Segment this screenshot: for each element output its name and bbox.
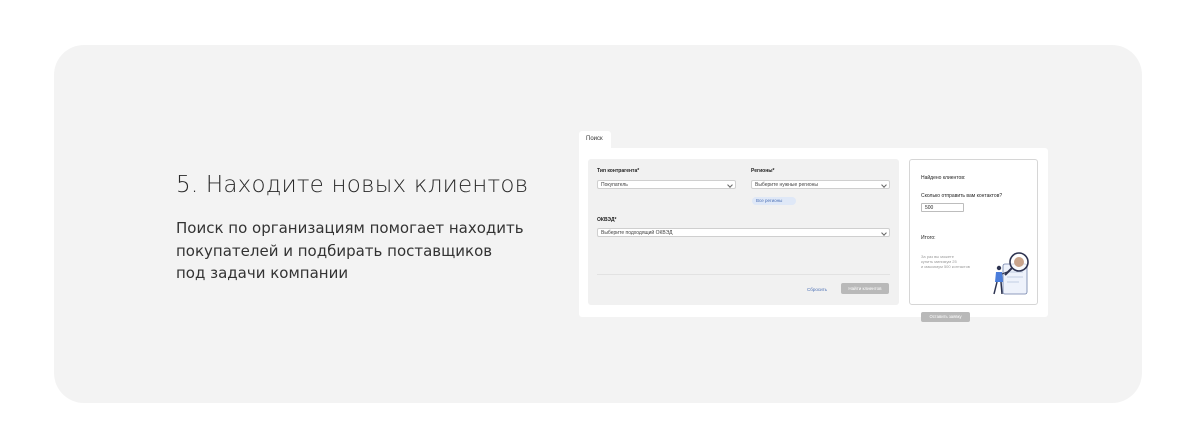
chevron-down-icon: [881, 182, 887, 188]
description-line: Поиск по организациям помогает находить: [176, 219, 524, 237]
description: Поиск по организациям помогает находить …: [176, 217, 536, 285]
promo-block: За раз вы можете купить минимум 25 и мак…: [921, 250, 1036, 295]
total-label: Итого:: [921, 235, 936, 241]
counterparty-select[interactable]: Покупатель: [597, 180, 736, 189]
regions-chip[interactable]: Все регионы: [752, 197, 796, 205]
regions-placeholder: Выберите нужные регионы: [755, 182, 818, 188]
okved-label: ОКВЭД*: [597, 217, 617, 223]
description-line: покупателей и подбирать поставщиков: [176, 241, 493, 260]
search-screenshot: Поиск Тип контрагента* Покупатель Регион…: [579, 131, 1048, 322]
chevron-down-icon: [881, 230, 887, 236]
send-question: Сколько отправить вам контактов?: [921, 193, 1003, 199]
chevron-down-icon: [727, 182, 733, 188]
form-divider: [597, 274, 890, 275]
search-panel: Тип контрагента* Покупатель Регионы* Выб…: [579, 148, 1048, 322]
counterparty-label: Тип контрагента*: [597, 168, 640, 174]
find-clients-button[interactable]: Найти клиентов: [841, 283, 889, 294]
description-line: под задачи компании: [176, 264, 349, 282]
counterparty-value: Покупатель: [601, 182, 628, 188]
okved-select[interactable]: Выберите подходящий ОКВЭД: [597, 228, 890, 237]
tab-search[interactable]: Поиск: [579, 131, 611, 148]
contacts-count-input[interactable]: 500: [921, 203, 964, 212]
results-panel: Найдено клиентов: Сколько отправить вам …: [909, 159, 1038, 322]
promo-line: и максимум 500 контактов: [921, 264, 970, 270]
search-form: Тип контрагента* Покупатель Регионы* Выб…: [588, 159, 899, 305]
submit-request-button[interactable]: Оставить заявку: [921, 312, 970, 322]
regions-select[interactable]: Выберите нужные регионы: [751, 180, 890, 189]
magnifier-person-illustration: [993, 252, 1029, 295]
headline: 5. Находите новых клиентов: [176, 172, 529, 198]
promo-text: За раз вы можете купить минимум 25 и мак…: [921, 254, 970, 270]
regions-label: Регионы*: [751, 168, 775, 174]
reset-button[interactable]: Сбросить: [807, 287, 827, 292]
found-label: Найдено клиентов:: [921, 175, 966, 181]
okved-placeholder: Выберите подходящий ОКВЭД: [601, 230, 673, 236]
